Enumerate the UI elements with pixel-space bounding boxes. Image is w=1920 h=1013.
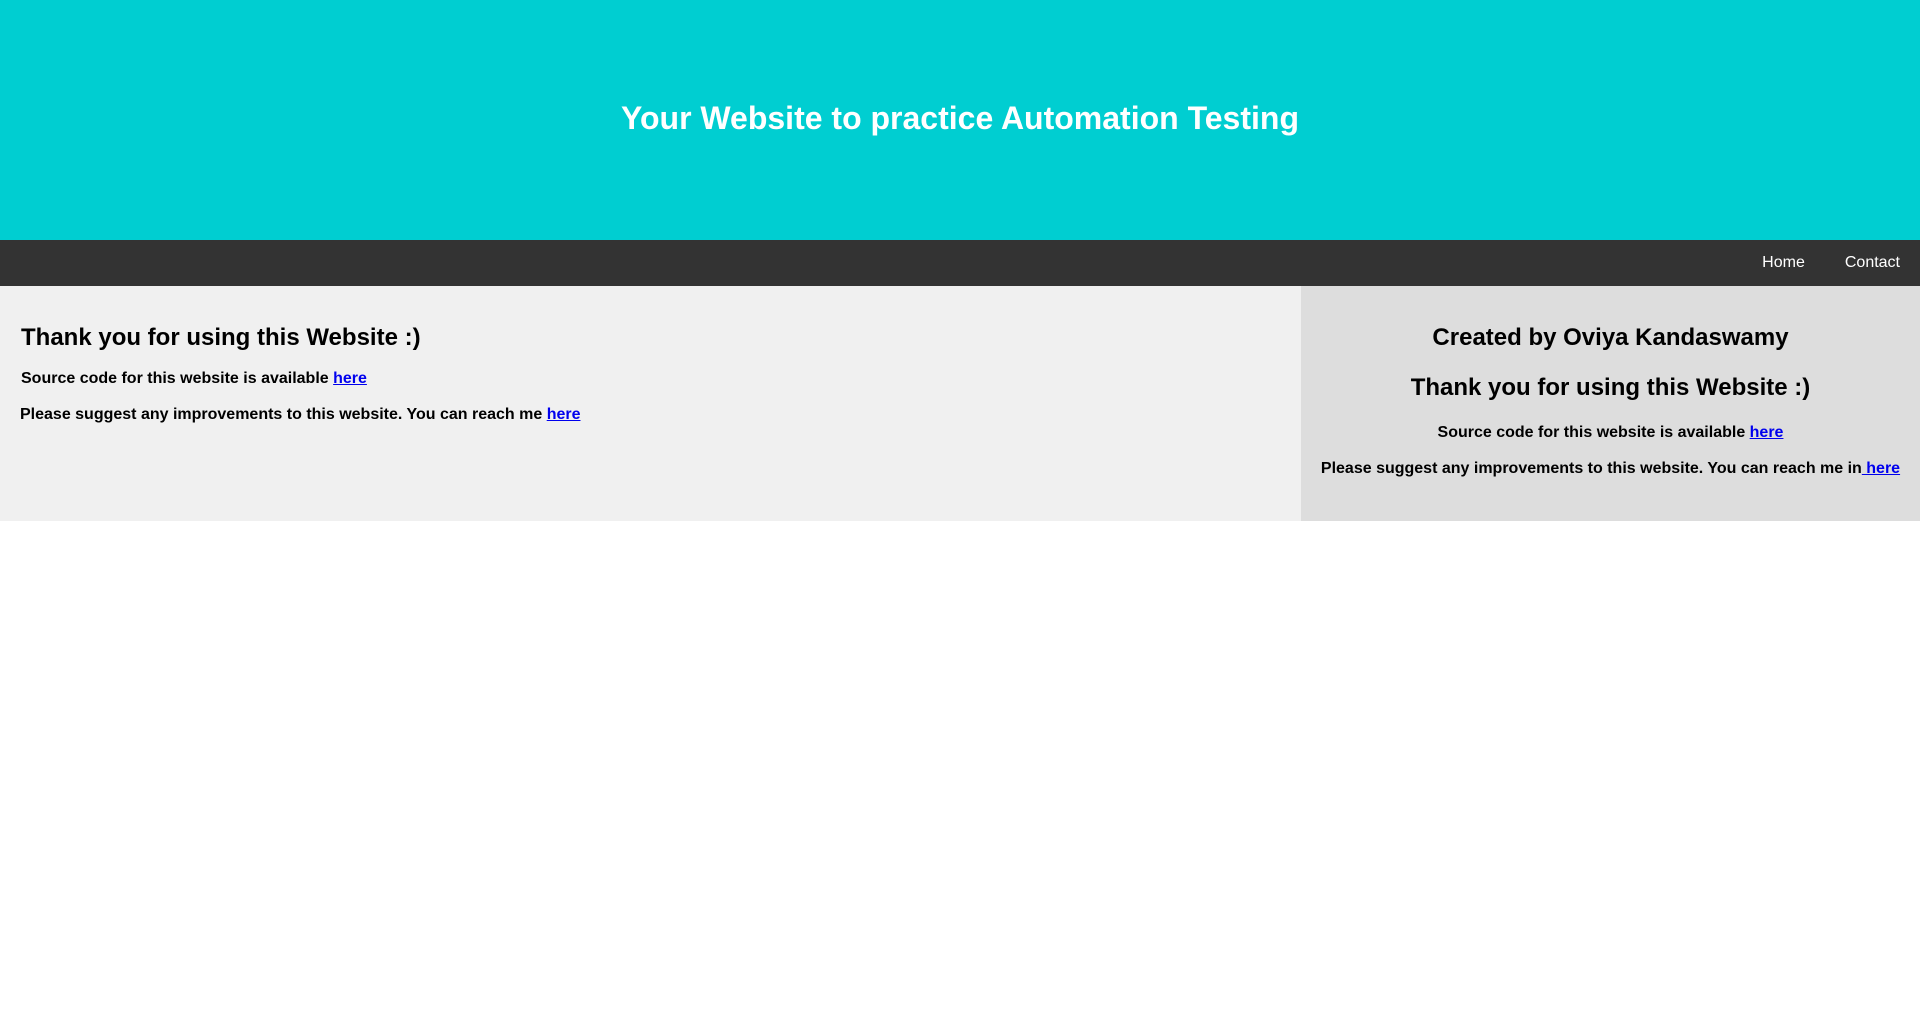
sidebar-source-text: Source code for this website is availabl… [1437,424,1750,441]
main-source-paragraph: Source code for this website is availabl… [21,370,1281,388]
creator-heading: Created by Oviya Kandaswamy [1432,324,1789,351]
sidebar-source-link[interactable]: here [1750,424,1784,441]
main-contact-link[interactable]: here [547,406,581,423]
sidebar-source-paragraph: Source code for this website is availabl… [1311,424,1910,442]
nav-home-link[interactable]: Home [1742,240,1825,286]
sidebar-contact-link[interactable]: here [1862,460,1900,477]
sidebar-heading: Thank you for using this Website :) [1410,374,1811,401]
main-suggest-paragraph: Please suggest any improvements to this … [20,406,1281,424]
sidebar-suggest-paragraph: Please suggest any improvements to this … [1311,460,1910,478]
page-title: Your Website to practice Automation Test… [621,99,1299,136]
nav-links: Home Contact [1742,240,1920,286]
sidebar-suggest-text: Please suggest any improvements to this … [1320,460,1862,477]
main-source-text: Source code for this website is availabl… [21,370,334,387]
top-navbar: Home Contact [0,240,1920,286]
main-source-link[interactable]: here [333,370,367,387]
main-section: Thank you for using this Website :) Sour… [0,286,1301,521]
main-heading: Thank you for using this Website :) [21,324,421,351]
content-area: Thank you for using this Website :) Sour… [0,286,1920,521]
site-header: Your Website to practice Automation Test… [0,0,1920,240]
sidebar-section: Created by Oviya Kandaswamy Thank you fo… [1301,286,1920,521]
main-suggest-text: Please suggest any improvements to this … [20,406,547,423]
nav-contact-link[interactable]: Contact [1825,240,1920,286]
